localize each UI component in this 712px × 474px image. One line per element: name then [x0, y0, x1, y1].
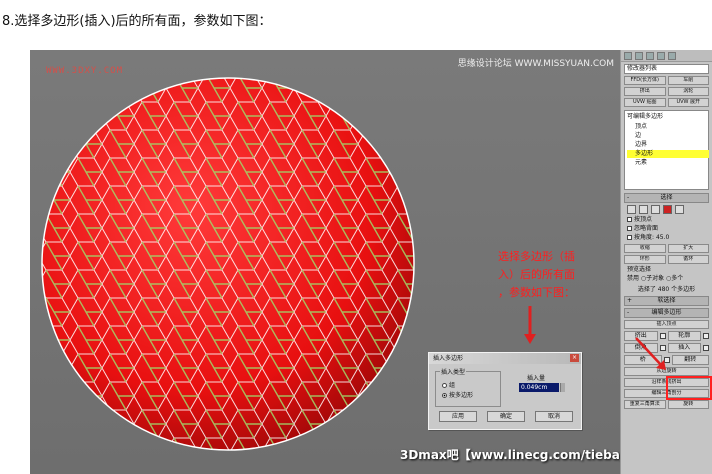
by-vertex-checkbox[interactable]: 按顶点 — [627, 216, 706, 224]
edit-polygons-rollout[interactable]: - 编辑多边形 — [624, 308, 709, 318]
watermark-missyuan: 思缘设计论坛 WWW.MISSYUAN.COM — [457, 59, 614, 69]
vertex-mode-icon[interactable] — [627, 205, 636, 214]
border-mode-icon[interactable] — [651, 205, 660, 214]
stack-item-element[interactable]: 元素 — [635, 159, 647, 167]
ok-button[interactable]: 确定 — [487, 411, 525, 422]
soft-selection-rollout[interactable]: + 软选择 — [624, 296, 709, 306]
uvw-map-button[interactable]: UVW 贴图 — [624, 98, 666, 107]
cancel-button[interactable]: 取消 — [535, 411, 573, 422]
outline-button[interactable]: 轮廓 — [667, 331, 701, 341]
inset-highlight — [666, 376, 712, 400]
modifier-stack: 可编辑多边形 顶点 边 边界 多边形 元素 — [624, 110, 709, 190]
apply-button[interactable]: 应用 — [439, 411, 477, 422]
amount-input[interactable]: 0.049cm — [519, 383, 559, 392]
rollout-title: 选择 — [660, 194, 673, 201]
edge-mode-icon[interactable] — [639, 205, 648, 214]
lathe-button[interactable]: 车削 — [667, 76, 709, 85]
checkbox-label: 按顶点 — [634, 216, 653, 223]
down-arrow-icon — [524, 306, 536, 344]
loop-button[interactable]: 循环 — [667, 255, 709, 264]
modifier-list-dropdown[interactable]: 修改器列表 — [624, 64, 709, 74]
settings-icon[interactable] — [703, 333, 709, 339]
uvw-unwrap-button[interactable]: UVW 展开 — [667, 98, 709, 107]
checkbox-icon — [627, 217, 632, 222]
checkbox-label: 忽略背面 — [634, 225, 659, 232]
dialog-title: 插入多边形 — [429, 353, 581, 364]
by-angle-checkbox[interactable]: 按角度: 45.0 — [627, 234, 706, 242]
inset-settings-icon[interactable] — [703, 345, 709, 351]
subobject-icons — [627, 205, 706, 214]
create-tab-icon[interactable] — [624, 52, 632, 60]
ignore-backface-checkbox[interactable]: 忽略背面 — [627, 225, 706, 233]
hierarchy-tab-icon[interactable] — [646, 52, 654, 60]
stack-item-vertex[interactable]: 顶点 — [635, 123, 647, 131]
selection-status: 选择了 480 个多边形 — [637, 286, 696, 293]
amount-label: 插入量 — [527, 375, 546, 382]
ring-button[interactable]: 环形 — [624, 255, 666, 264]
insert-polygon-dialog: 插入多边形 × 插入类型 组 按多边形 插入量 0.049cm 应用 确定 取消 — [428, 352, 582, 430]
flip-button[interactable]: 翻转 — [671, 355, 709, 365]
footer-watermark: 3Dmax吧【www.linecg.com/tieba/1771】 — [400, 448, 620, 462]
insert-type-group: 插入类型 组 按多边形 — [435, 367, 501, 407]
group-label: 插入类型 — [440, 367, 467, 376]
extrude-modifier-button[interactable]: 挤出 — [624, 87, 666, 96]
close-icon[interactable]: × — [570, 354, 579, 362]
display-tab-icon[interactable] — [668, 52, 676, 60]
checkbox-icon — [627, 235, 632, 240]
insert-vertex-button[interactable]: 插入顶点 — [624, 320, 709, 329]
command-panel: 修改器列表 FFD(长方体) 车削 挤出 涡轮 UVW 贴图 UVW 展开 可编… — [620, 50, 712, 474]
turbosmooth-button[interactable]: 涡轮 — [667, 87, 709, 96]
rollout-title: 软选择 — [657, 297, 676, 304]
angle-value[interactable]: 45.0 — [656, 234, 669, 241]
stack-item-border[interactable]: 边界 — [635, 141, 647, 149]
rollout-title: 编辑多边形 — [651, 309, 682, 316]
pointer-arrow-icon — [635, 337, 666, 370]
step-instruction: 8.选择多边形(插入)后的所有面，参数如下图： — [2, 14, 272, 29]
radio-by-polygon-option[interactable]: 按多边形 — [442, 390, 473, 399]
annotation-line: 选择多边形（插 — [498, 250, 575, 263]
stack-item-edge[interactable]: 边 — [635, 132, 641, 140]
checkbox-label: 按角度: — [634, 234, 655, 241]
3dsmax-screenshot: WWW.3DXY.COM 思缘设计论坛 WWW.MISSYUAN.COM 选择多… — [30, 50, 712, 474]
radio-selected-icon — [442, 393, 447, 398]
inset-button[interactable]: 插入 — [667, 343, 701, 353]
radio-group-option[interactable]: 组 — [442, 380, 455, 389]
polygon-mode-icon[interactable] — [663, 205, 672, 214]
motion-tab-icon[interactable] — [657, 52, 665, 60]
stack-item-polygon[interactable]: 多边形 — [627, 150, 709, 158]
perspective-viewport[interactable]: WWW.3DXY.COM 思缘设计论坛 WWW.MISSYUAN.COM 选择多… — [30, 50, 620, 474]
selection-rollout[interactable]: - 选择 — [624, 193, 709, 203]
shrink-button[interactable]: 收缩 — [624, 244, 666, 253]
annotation-line: 入）后的所有面 — [498, 268, 575, 281]
panel-tabs — [621, 50, 712, 62]
spinner-icon[interactable] — [560, 383, 565, 392]
preview-selection-options[interactable]: 禁用 ○子对象 ○多个 — [627, 275, 706, 283]
ffd-box-button[interactable]: FFD(长方体) — [624, 76, 666, 85]
annotation-line: ，参数如下图： — [498, 286, 575, 299]
checkbox-icon — [627, 226, 632, 231]
stack-root-editable-poly[interactable]: 可编辑多边形 — [627, 113, 663, 121]
grow-button[interactable]: 扩大 — [667, 244, 709, 253]
preview-selection-label: 预览选择 — [627, 266, 652, 273]
geodesic-sphere[interactable] — [38, 74, 418, 454]
radio-icon — [442, 383, 447, 388]
instruction-annotation: 选择多边形（插 入）后的所有面 ，参数如下图： — [498, 248, 606, 302]
retriangulate-button[interactable]: 重复三角算法 — [624, 400, 666, 409]
turn-button[interactable]: 旋转 — [667, 400, 709, 409]
element-mode-icon[interactable] — [675, 205, 684, 214]
radio-label: 按多边形 — [449, 392, 474, 399]
radio-label: 组 — [449, 382, 456, 389]
modify-tab-icon[interactable] — [635, 52, 643, 60]
